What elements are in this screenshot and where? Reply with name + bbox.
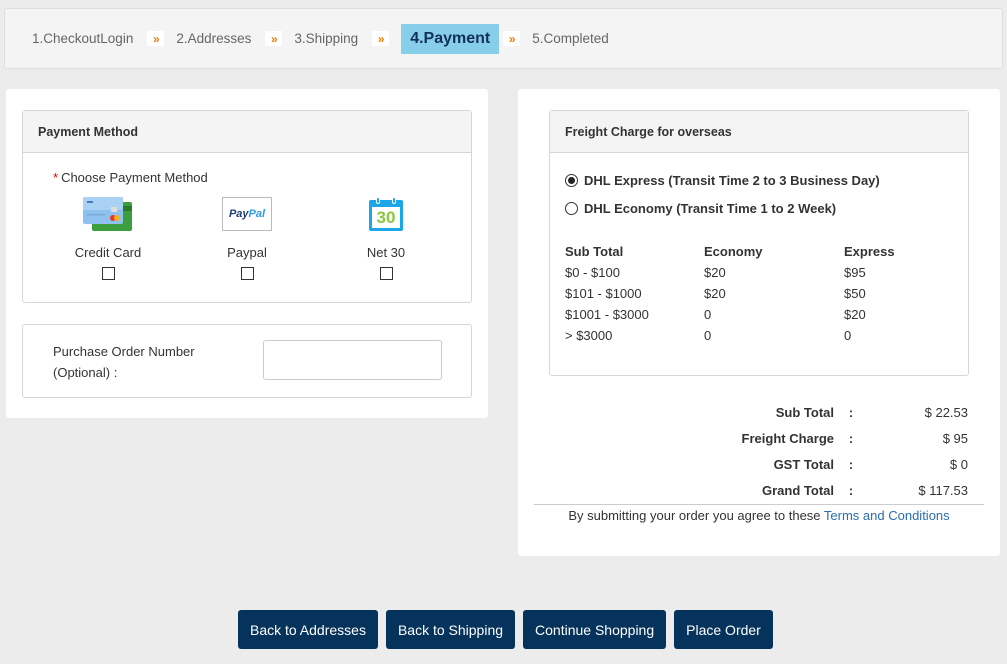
calendar-30-icon: 30 bbox=[369, 195, 403, 233]
table-row: > $3000 0 0 bbox=[565, 325, 955, 346]
dhl-express-label: DHL Express (Transit Time 2 to 3 Busines… bbox=[584, 173, 880, 188]
cell-economy: 0 bbox=[704, 307, 712, 322]
choose-payment-text: Choose Payment Method bbox=[61, 170, 208, 185]
table-row: $0 - $100 $20 $95 bbox=[565, 262, 955, 283]
total-row-sub-total: Sub Total : $ 22.53 bbox=[534, 399, 968, 425]
credit-card-label: Credit Card bbox=[74, 245, 142, 260]
header-sub-total: Sub Total bbox=[565, 244, 624, 259]
paypal-checkbox[interactable] bbox=[240, 267, 254, 280]
cell-sub-total: $101 - $1000 bbox=[565, 286, 642, 301]
action-buttons: Back to Addresses Back to Shipping Conti… bbox=[238, 610, 773, 649]
cell-express: $50 bbox=[844, 286, 866, 301]
step-addresses[interactable]: 2.Addresses bbox=[176, 31, 251, 46]
terms-link[interactable]: Terms and Conditions bbox=[824, 508, 950, 523]
step-payment[interactable]: 4.Payment bbox=[401, 23, 500, 54]
cell-economy: $20 bbox=[704, 286, 726, 301]
total-colon: : bbox=[848, 404, 854, 420]
cell-express: $20 bbox=[844, 307, 866, 322]
total-label: GST Total bbox=[773, 456, 834, 472]
total-value: $ 22.53 bbox=[924, 404, 968, 420]
rate-table-header: Sub Total Economy Express bbox=[565, 241, 955, 262]
payment-panel: Payment Method * Choose Payment Method Cr… bbox=[6, 89, 488, 418]
total-value: $ 117.53 bbox=[918, 482, 968, 498]
credit-card-icon bbox=[82, 195, 134, 233]
dhl-express-option[interactable]: DHL Express (Transit Time 2 to 3 Busines… bbox=[565, 173, 880, 188]
back-to-shipping-button[interactable]: Back to Shipping bbox=[385, 610, 516, 649]
payment-method-box: Payment Method * Choose Payment Method Cr… bbox=[22, 110, 472, 303]
paypal-logo-text-pal: Pal bbox=[248, 208, 266, 220]
total-row-gst-total: GST Total : $ 0 bbox=[534, 451, 968, 477]
dhl-economy-radio[interactable] bbox=[565, 202, 578, 215]
purchase-order-box: Purchase Order Number (Optional) : bbox=[22, 324, 472, 398]
step-checkout-login[interactable]: 1.CheckoutLogin bbox=[32, 31, 133, 46]
cell-sub-total: > $3000 bbox=[565, 328, 613, 343]
table-row: $1001 - $3000 0 $20 bbox=[565, 304, 955, 325]
step-shipping[interactable]: 3.Shipping bbox=[294, 31, 358, 46]
paypal-logo-icon: Pay Pal bbox=[222, 195, 272, 233]
cell-express: $95 bbox=[844, 265, 866, 280]
step-separator-icon: » bbox=[147, 31, 165, 46]
purchase-order-label-line1: Purchase Order Number bbox=[53, 344, 195, 359]
terms-notice: By submitting your order you agree to th… bbox=[534, 508, 984, 523]
cell-economy: $20 bbox=[704, 265, 726, 280]
total-label: Sub Total bbox=[775, 404, 834, 420]
header-express: Express bbox=[844, 244, 895, 259]
payment-option-net30: 30 Net 30 bbox=[331, 195, 441, 280]
cell-express: 0 bbox=[844, 328, 852, 343]
table-row: $101 - $1000 $20 $50 bbox=[565, 283, 955, 304]
order-totals: Sub Total : $ 22.53 Freight Charge : $ 9… bbox=[534, 399, 968, 503]
terms-text: By submitting your order you agree to th… bbox=[568, 508, 824, 523]
total-colon: : bbox=[848, 430, 854, 446]
total-value: $ 0 bbox=[949, 456, 968, 472]
total-label: Grand Total bbox=[762, 482, 834, 498]
paypal-logo-text-pay: Pay bbox=[228, 208, 249, 220]
step-completed[interactable]: 5.Completed bbox=[532, 31, 609, 46]
credit-card-checkbox[interactable] bbox=[101, 267, 115, 280]
header-economy: Economy bbox=[704, 244, 763, 259]
checkout-steps: 1.CheckoutLogin » 2.Addresses » 3.Shippi… bbox=[4, 8, 1003, 69]
net30-label: Net 30 bbox=[366, 245, 406, 260]
total-label: Freight Charge bbox=[741, 430, 834, 446]
calendar-30-text: 30 bbox=[372, 207, 400, 228]
step-separator-icon: » bbox=[265, 31, 283, 46]
payment-method-title: Payment Method bbox=[23, 111, 471, 153]
place-order-button[interactable]: Place Order bbox=[674, 610, 773, 649]
purchase-order-input[interactable] bbox=[263, 340, 442, 380]
totals-divider bbox=[534, 504, 984, 505]
cell-economy: 0 bbox=[704, 328, 712, 343]
choose-payment-label: * Choose Payment Method bbox=[53, 170, 501, 185]
total-value: $ 95 bbox=[942, 430, 968, 446]
dhl-economy-label: DHL Economy (Transit Time 1 to 2 Week) bbox=[584, 201, 837, 216]
freight-rate-table: Sub Total Economy Express $0 - $100 $20 … bbox=[565, 241, 955, 346]
net30-checkbox[interactable] bbox=[379, 267, 393, 280]
purchase-order-label-line2: (Optional) : bbox=[53, 365, 118, 380]
back-to-addresses-button[interactable]: Back to Addresses bbox=[238, 610, 378, 649]
step-separator-icon: » bbox=[372, 31, 390, 46]
payment-option-paypal: Pay Pal Paypal bbox=[192, 195, 302, 280]
purchase-order-label: Purchase Order Number (Optional) : bbox=[53, 341, 195, 383]
total-row-freight-charge: Freight Charge : $ 95 bbox=[534, 425, 968, 451]
dhl-economy-option[interactable]: DHL Economy (Transit Time 1 to 2 Week) bbox=[565, 201, 836, 216]
required-marker: * bbox=[53, 170, 59, 185]
payment-option-credit-card: Credit Card bbox=[53, 195, 163, 280]
total-colon: : bbox=[848, 456, 854, 472]
cell-sub-total: $0 - $100 bbox=[565, 265, 620, 280]
continue-shopping-button[interactable]: Continue Shopping bbox=[523, 610, 667, 649]
cell-sub-total: $1001 - $3000 bbox=[565, 307, 649, 322]
paypal-label: Paypal bbox=[227, 245, 267, 260]
total-colon: : bbox=[848, 482, 854, 498]
freight-charge-title: Freight Charge for overseas bbox=[550, 111, 968, 153]
freight-panel: Freight Charge for overseas DHL Express … bbox=[518, 89, 1000, 556]
step-separator-icon: » bbox=[503, 31, 521, 46]
total-row-grand-total: Grand Total : $ 117.53 bbox=[534, 477, 968, 503]
dhl-express-radio[interactable] bbox=[565, 174, 578, 187]
freight-charge-box: Freight Charge for overseas DHL Express … bbox=[549, 110, 969, 376]
